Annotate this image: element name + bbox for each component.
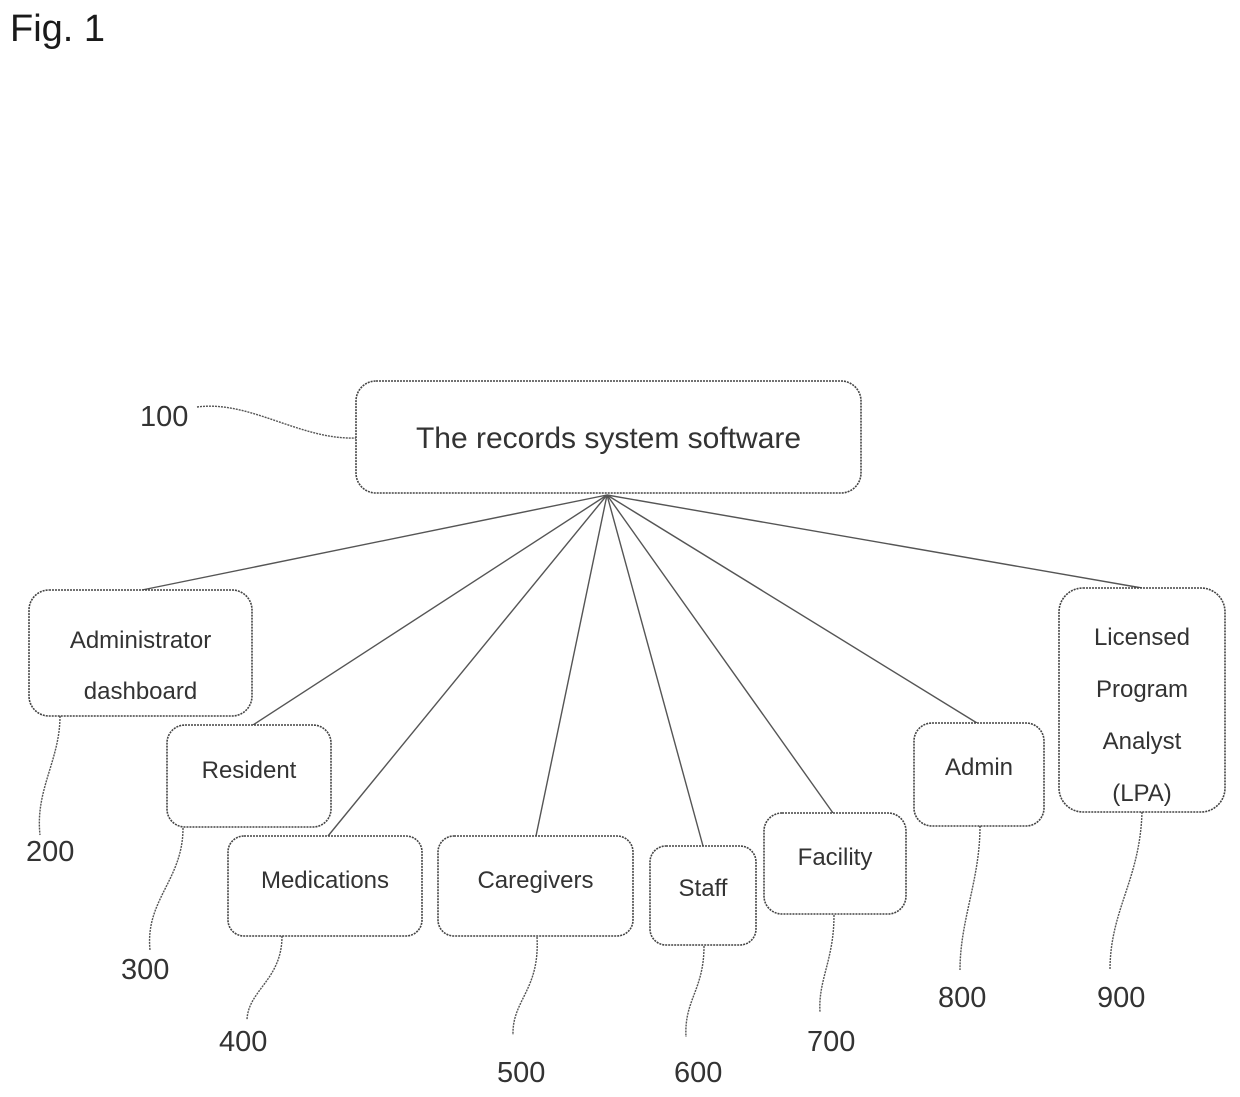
leader-line-500: [512, 936, 538, 1036]
nodes: The records system software Administrator…: [28, 380, 1226, 946]
node-label-caregivers: Caregivers: [477, 867, 593, 894]
reference-numeral-600: 600: [674, 1057, 722, 1089]
node-staff[interactable]: Staff: [649, 845, 757, 946]
leader-line-200: [38, 715, 61, 836]
node-label-lpa-line-1: Licensed: [1094, 624, 1190, 651]
reference-numeral-800: 800: [938, 982, 986, 1014]
edge-root-to-resident: [252, 494, 608, 726]
node-facility[interactable]: Facility: [763, 812, 907, 915]
node-label-root: The records system software: [416, 422, 801, 455]
leader-line-800: [959, 825, 981, 971]
reference-numeral-500: 500: [497, 1057, 545, 1089]
reference-numeral-200: 200: [26, 836, 74, 868]
node-label-admin: Admin: [945, 754, 1013, 781]
reference-numeral-700: 700: [807, 1026, 855, 1058]
node-admin[interactable]: Admin: [913, 722, 1045, 827]
diagram-canvas: The records system software Administrator…: [26, 380, 1226, 1089]
edge-root-to-facility: [606, 494, 834, 814]
leader-line-700: [819, 914, 835, 1013]
reference-numeral-300: 300: [121, 954, 169, 986]
reference-numeral-100: 100: [140, 401, 188, 433]
reference-leaders: [38, 405, 1143, 1038]
node-label-lpa-line-3: Analyst: [1103, 728, 1182, 755]
edge-root-to-admin-dashboard: [141, 494, 608, 591]
node-admin-dashboard[interactable]: Administrator dashboard: [28, 589, 253, 717]
edge-root-to-admin: [606, 494, 978, 724]
leader-line-300: [148, 827, 184, 951]
edge-root-to-medications: [327, 494, 608, 837]
leader-line-400: [246, 935, 283, 1021]
edge-root-to-caregivers: [535, 494, 608, 837]
leader-line-600: [685, 945, 705, 1038]
node-label-admin-dashboard-line-1: Administrator: [70, 627, 211, 654]
node-caregivers[interactable]: Caregivers: [437, 835, 634, 937]
node-label-staff: Staff: [679, 875, 728, 902]
node-label-admin-dashboard-line-2: dashboard: [84, 678, 197, 705]
node-label-lpa-line-2: Program: [1096, 676, 1188, 703]
node-label-medications: Medications: [261, 867, 389, 894]
node-label-facility: Facility: [798, 844, 873, 871]
node-lpa[interactable]: Licensed Program Analyst (LPA): [1058, 587, 1226, 813]
reference-numeral-900: 900: [1097, 982, 1145, 1014]
leader-line-900: [1109, 811, 1143, 971]
node-root[interactable]: The records system software: [355, 380, 862, 494]
node-label-resident: Resident: [202, 757, 297, 784]
node-medications[interactable]: Medications: [227, 835, 423, 937]
edge-root-to-staff: [606, 494, 704, 847]
reference-numeral-400: 400: [219, 1026, 267, 1058]
node-label-lpa-line-4: (LPA): [1112, 780, 1172, 807]
node-resident[interactable]: Resident: [166, 724, 332, 828]
edge-root-to-lpa: [606, 494, 1143, 589]
leader-line-100: [196, 405, 357, 439]
